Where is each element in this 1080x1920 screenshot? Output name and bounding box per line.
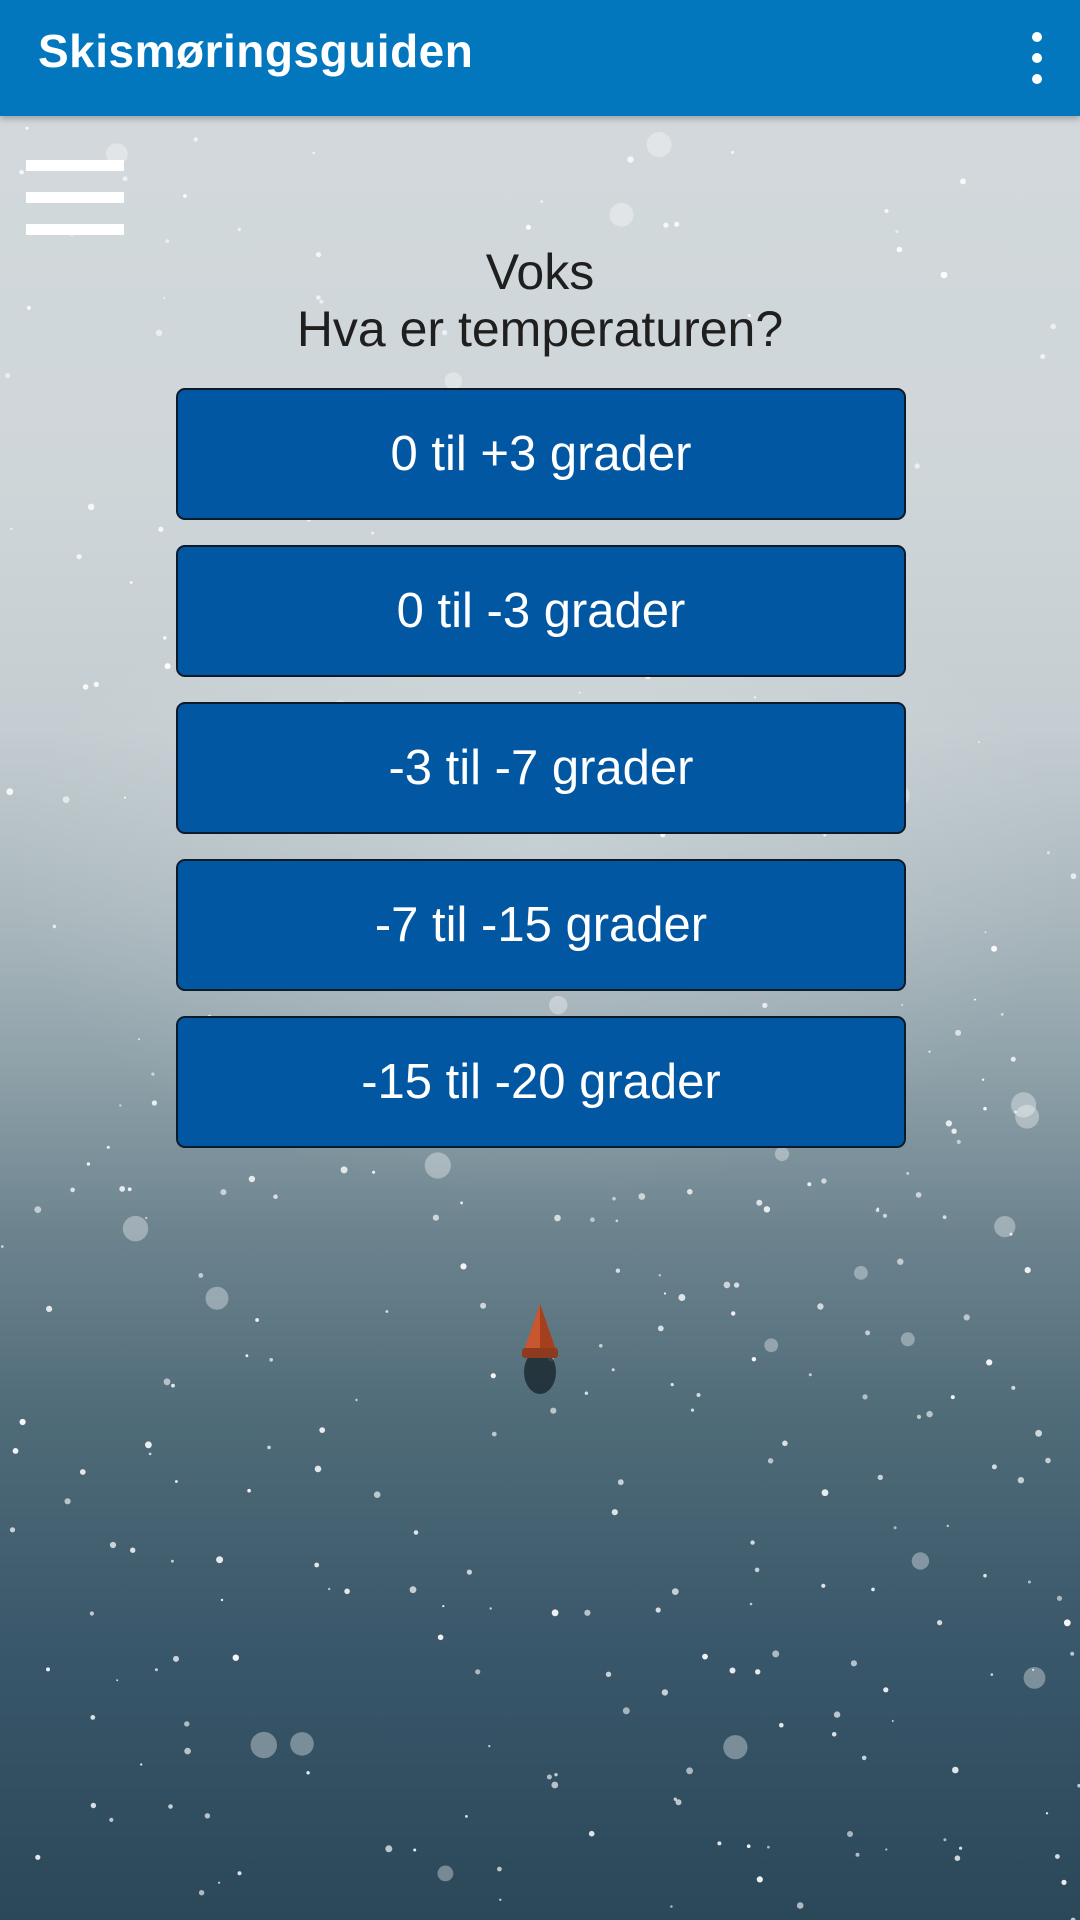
buoy-image [522,1304,558,1394]
screen: Skismøringsguiden Voks Hva er temperatur… [0,0,1080,1920]
option-button-minus3-to-minus7[interactable]: -3 til -7 grader [176,702,906,834]
question-heading: Voks Hva er temperaturen? [0,244,1080,358]
section-title: Voks [485,244,595,300]
option-button-0-to-minus3[interactable]: 0 til -3 grader [176,545,906,677]
app-bar: Skismøringsguiden [0,0,1080,116]
option-button-minus7-to-minus15[interactable]: -7 til -15 grader [176,859,906,991]
option-button-minus15-to-minus20[interactable]: -15 til -20 grader [176,1016,906,1148]
app-title: Skismøringsguiden [38,25,474,77]
question-text: Hva er temperaturen? [296,301,784,357]
option-button-0-to-plus3[interactable]: 0 til +3 grader [176,388,906,520]
menu-button[interactable] [26,160,124,236]
temperature-options: 0 til +3 grader 0 til -3 grader -3 til -… [176,388,906,1173]
more-options-button[interactable] [992,14,1080,102]
